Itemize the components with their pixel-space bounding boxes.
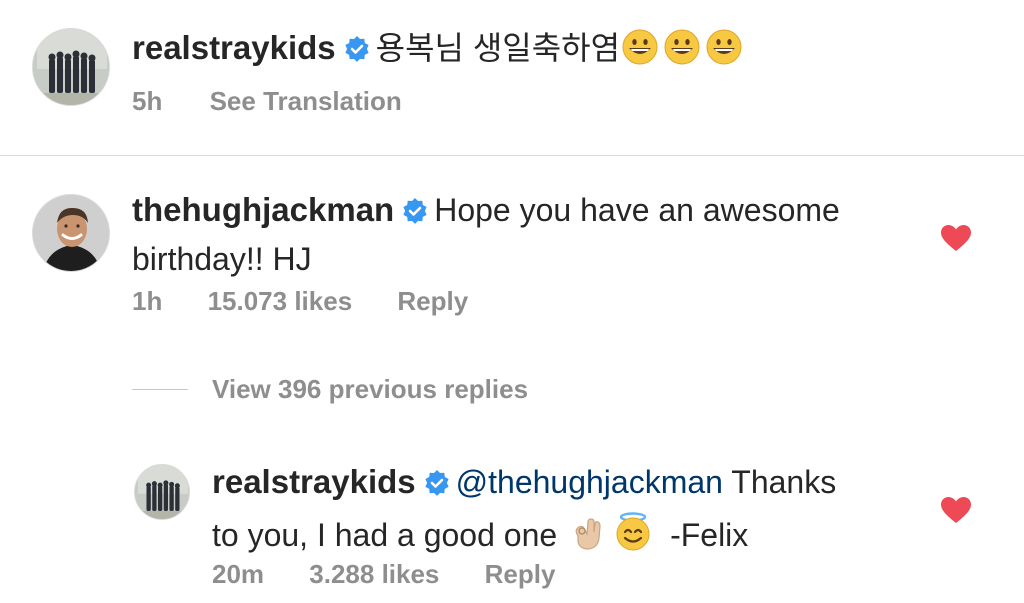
avatar[interactable] (32, 28, 110, 106)
see-translation-button[interactable]: See Translation (210, 86, 402, 116)
reply-button[interactable]: Reply (397, 286, 468, 316)
comment-username[interactable]: realstraykids (132, 29, 336, 66)
smiling-face-with-halo-icon (614, 512, 652, 568)
grinning-face-icon (622, 29, 658, 81)
reply-text: Thanks (731, 464, 837, 500)
verified-badge-icon (344, 36, 370, 78)
reply-username[interactable]: realstraykids (212, 463, 416, 500)
likes-count[interactable]: 3.288 likes (309, 559, 439, 589)
avatar[interactable] (32, 194, 110, 272)
mention-link[interactable]: @thehughjackman (456, 464, 723, 500)
reply-text-continued: to you, I had a good one (212, 517, 558, 553)
grinning-face-icon (706, 29, 742, 81)
comment-timestamp[interactable]: 5h (132, 86, 162, 116)
comment-text: Hope you have an awesome (434, 192, 840, 228)
verified-badge-icon (402, 198, 428, 240)
ok-hand-icon (570, 516, 604, 568)
reply-timestamp[interactable]: 20m (212, 559, 264, 589)
comment-text-continued: birthday!! HJ (132, 241, 312, 277)
reply-signature: -Felix (670, 517, 749, 553)
comment-timestamp[interactable]: 1h (132, 286, 162, 316)
group-photo-icon (33, 29, 109, 105)
like-heart-icon[interactable] (940, 224, 972, 257)
comment-username[interactable]: thehughjackman (132, 191, 394, 228)
view-previous-replies-button[interactable]: View 396 previous replies (212, 374, 528, 405)
replies-line (132, 389, 188, 390)
like-heart-icon[interactable] (940, 496, 972, 529)
avatar[interactable] (134, 464, 190, 520)
grinning-face-icon (664, 29, 700, 81)
divider (0, 155, 1024, 156)
group-photo-icon (135, 465, 189, 519)
likes-count[interactable]: 15.073 likes (208, 286, 353, 316)
comment-text: 용복님 생일축하염 (375, 30, 621, 66)
reply-button[interactable]: Reply (485, 559, 556, 589)
verified-badge-icon (424, 470, 450, 512)
profile-photo-icon (33, 195, 109, 271)
